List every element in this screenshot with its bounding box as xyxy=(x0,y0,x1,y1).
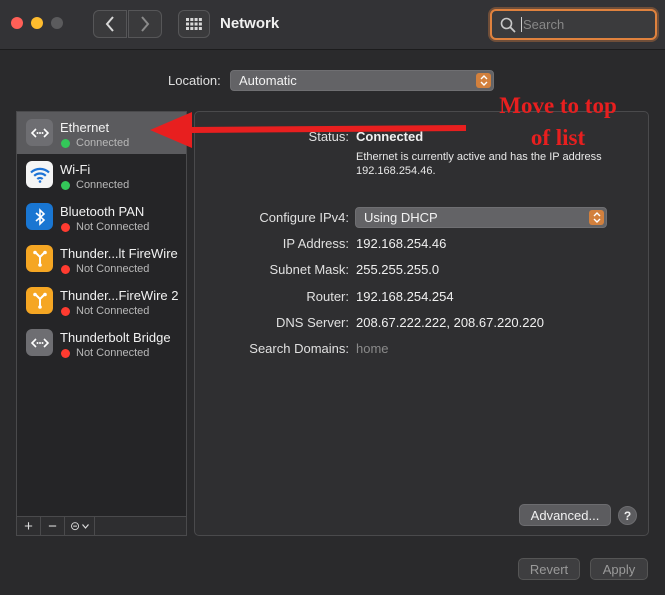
service-item-wifi[interactable]: Wi-Fi Connected xyxy=(17,154,186,196)
help-button[interactable]: ? xyxy=(618,506,637,525)
service-status: Not Connected xyxy=(76,305,150,317)
configure-ipv4-label: Configure IPv4: xyxy=(259,210,349,225)
location-value: Automatic xyxy=(239,73,297,88)
annotation-text: Move to top of list xyxy=(468,90,648,154)
apply-button[interactable]: Apply xyxy=(590,558,648,580)
show-all-button[interactable] xyxy=(178,10,210,38)
search-input[interactable] xyxy=(521,17,641,32)
status-value: Connected xyxy=(356,129,424,144)
revert-button[interactable]: Revert xyxy=(518,558,580,580)
location-stepper xyxy=(476,73,491,88)
forward-button[interactable] xyxy=(128,10,162,38)
service-item-thunderbolt-bridge[interactable]: Thunderbolt Bridge Not Connected xyxy=(17,322,186,364)
ethernet-icon xyxy=(26,119,53,146)
action-menu-button[interactable]: ⊝ xyxy=(65,517,95,535)
ethernet-icon xyxy=(26,329,53,356)
status-dot xyxy=(61,223,70,232)
service-status: Not Connected xyxy=(76,263,150,275)
chevron-left-icon xyxy=(105,16,114,32)
action-icon: ⊝ xyxy=(69,519,81,533)
bluetooth-icon xyxy=(26,203,53,230)
service-status: Connected xyxy=(76,137,130,149)
chevron-down-icon xyxy=(82,523,89,529)
service-item-thunderbolt-firewire[interactable]: Thunder...lt FireWire Not Connected xyxy=(17,238,186,280)
up-down-chevron-icon xyxy=(593,212,600,223)
status-dot xyxy=(61,349,70,358)
location-label: Location: xyxy=(168,73,221,88)
up-down-chevron-icon xyxy=(480,75,487,86)
service-list[interactable]: Ethernet Connected Wi-Fi Connected Bluet… xyxy=(16,111,187,517)
service-status: Not Connected xyxy=(76,221,150,233)
search-domains-value: home xyxy=(356,341,389,356)
service-name: Wi-Fi xyxy=(60,162,91,177)
service-item-thunderbolt-firewire-2[interactable]: Thunder...FireWire 2 Not Connected xyxy=(17,280,186,322)
status-dot xyxy=(61,307,70,316)
search-field[interactable] xyxy=(490,9,657,40)
window-title: Network xyxy=(220,15,280,32)
dns-server-label: DNS Server: xyxy=(276,315,349,330)
status-label: Status: xyxy=(308,129,349,144)
title-bar: Network xyxy=(0,0,665,50)
service-item-bluetooth-pan[interactable]: Bluetooth PAN Not Connected xyxy=(17,196,186,238)
router-value: 192.168.254.254 xyxy=(356,289,454,304)
ip-address-value: 192.168.254.46 xyxy=(356,236,447,251)
service-list-toolbar: + − ⊝ xyxy=(16,516,187,536)
configure-ipv4-select[interactable]: Using DHCP xyxy=(355,207,607,228)
firewire-icon xyxy=(26,287,53,314)
close-window-button[interactable] xyxy=(11,17,23,29)
status-dot xyxy=(61,139,70,148)
back-button[interactable] xyxy=(93,10,127,38)
location-select[interactable]: Automatic xyxy=(230,70,494,91)
status-dot xyxy=(61,181,70,190)
dns-server-value: 208.67.222.222, 208.67.220.220 xyxy=(356,315,544,330)
router-label: Router: xyxy=(306,289,349,304)
add-service-button[interactable]: + xyxy=(17,517,41,535)
zoom-window-button[interactable] xyxy=(51,17,63,29)
ipv4-stepper xyxy=(589,210,604,225)
search-domains-label: Search Domains: xyxy=(249,341,349,356)
annotation-line-2: of list xyxy=(530,125,586,150)
search-icon xyxy=(500,17,516,33)
service-name: Thunder...lt FireWire xyxy=(60,246,178,261)
firewire-icon xyxy=(26,245,53,272)
grid-icon xyxy=(186,18,202,30)
service-name: Ethernet xyxy=(60,120,110,135)
advanced-button[interactable]: Advanced... xyxy=(519,504,611,526)
service-item-ethernet[interactable]: Ethernet Connected xyxy=(17,112,186,154)
minimize-window-button[interactable] xyxy=(31,17,43,29)
status-dot xyxy=(61,265,70,274)
service-status: Not Connected xyxy=(76,347,150,359)
status-description: Ethernet is currently active and has the… xyxy=(356,151,602,177)
subnet-mask-value: 255.255.255.0 xyxy=(356,262,440,277)
configure-ipv4-value: Using DHCP xyxy=(364,210,438,225)
ip-address-label: IP Address: xyxy=(282,236,349,251)
remove-service-button[interactable]: − xyxy=(41,517,65,535)
chevron-right-icon xyxy=(141,16,150,32)
wifi-icon xyxy=(26,161,53,188)
subnet-mask-label: Subnet Mask: xyxy=(269,262,350,277)
service-name: Thunderbolt Bridge xyxy=(60,330,171,345)
annotation-line-1: Move to top xyxy=(499,93,617,118)
service-name: Bluetooth PAN xyxy=(60,204,145,219)
service-name: Thunder...FireWire 2 xyxy=(60,288,179,303)
service-status: Connected xyxy=(76,179,130,191)
network-preferences-window: Network Location: Automatic Ethernet Con… xyxy=(0,0,665,595)
